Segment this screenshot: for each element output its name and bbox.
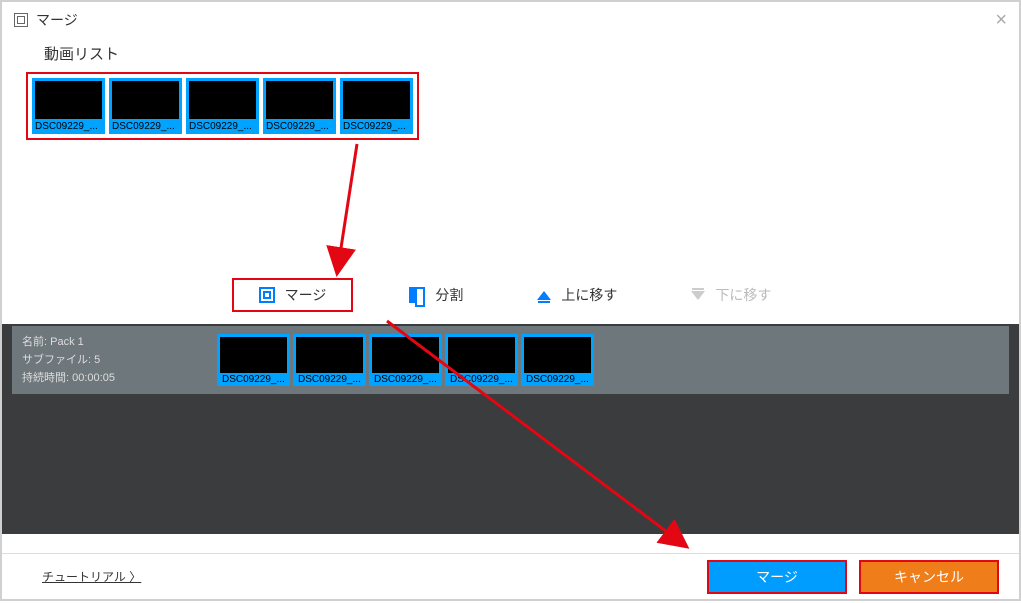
pack-thumb[interactable]: DSC09229_... xyxy=(521,334,594,386)
merge-app-icon xyxy=(14,13,28,27)
video-list-heading: 動画リスト xyxy=(44,43,1019,64)
video-thumb-label: DSC09229_... xyxy=(32,119,105,134)
move-down-button: 下に移す xyxy=(673,278,789,312)
move-down-label: 下に移す xyxy=(715,285,771,305)
video-thumb[interactable]: DSC09229_... xyxy=(32,78,105,134)
video-thumb-label: DSC09229_... xyxy=(340,119,413,134)
video-thumb[interactable]: DSC09229_... xyxy=(186,78,259,134)
merge-button-label: マージ xyxy=(756,567,798,587)
video-thumb-label: DSC09229_... xyxy=(109,119,182,134)
arrow-down-icon xyxy=(691,291,705,300)
video-thumb-label: DSC09229_... xyxy=(263,119,336,134)
pack-thumbs: DSC09229_... DSC09229_... DSC09229_... D… xyxy=(217,334,594,386)
split-tool-button[interactable]: 分割 xyxy=(391,278,481,312)
video-list-row: DSC09229_... DSC09229_... DSC09229_... D… xyxy=(32,78,413,134)
footer: チュートリアル 〉 マージ キャンセル xyxy=(2,553,1019,599)
pack-sub-value: 5 xyxy=(94,354,100,366)
pack-thumb[interactable]: DSC09229_... xyxy=(217,334,290,386)
split-tool-label: 分割 xyxy=(435,285,463,305)
pack-thumb-label: DSC09229_... xyxy=(220,373,287,386)
video-thumb-label: DSC09229_... xyxy=(186,119,259,134)
pack-sub-label: サブファイル: xyxy=(22,354,91,366)
pack-thumb[interactable]: DSC09229_... xyxy=(293,334,366,386)
pack-row[interactable]: 名前: Pack 1 サブファイル: 5 持続時間: 00:00:05 DSC0… xyxy=(12,326,1009,394)
split-icon xyxy=(409,287,425,303)
pack-area: 名前: Pack 1 サブファイル: 5 持続時間: 00:00:05 DSC0… xyxy=(2,324,1019,534)
merge-tool-button[interactable]: マージ xyxy=(232,278,354,312)
titlebar: マージ × xyxy=(2,2,1019,38)
video-list-highlight: DSC09229_... DSC09229_... DSC09229_... D… xyxy=(26,72,419,140)
merge-tool-label: マージ xyxy=(285,285,327,305)
move-up-label: 上に移す xyxy=(561,285,617,305)
tutorial-link[interactable]: チュートリアル 〉 xyxy=(42,568,141,585)
toolbar: マージ 分割 上に移す 下に移す xyxy=(2,278,1019,312)
video-thumb[interactable]: DSC09229_... xyxy=(263,78,336,134)
window-title: マージ xyxy=(36,10,78,30)
pack-info: 名前: Pack 1 サブファイル: 5 持続時間: 00:00:05 xyxy=(12,328,217,392)
cancel-button[interactable]: キャンセル xyxy=(859,560,999,594)
merge-button[interactable]: マージ xyxy=(707,560,847,594)
move-up-button[interactable]: 上に移す xyxy=(519,278,635,312)
arrow-up-icon xyxy=(537,291,551,300)
pack-name-value: Pack 1 xyxy=(50,336,84,348)
pack-dur-label: 持続時間: xyxy=(22,372,69,384)
cancel-button-label: キャンセル xyxy=(894,567,964,587)
pack-thumb-label: DSC09229_... xyxy=(524,373,591,386)
video-thumb[interactable]: DSC09229_... xyxy=(340,78,413,134)
close-icon[interactable]: × xyxy=(995,9,1007,32)
pack-thumb-label: DSC09229_... xyxy=(296,373,363,386)
pack-thumb[interactable]: DSC09229_... xyxy=(445,334,518,386)
merge-icon xyxy=(259,287,275,303)
video-thumb[interactable]: DSC09229_... xyxy=(109,78,182,134)
pack-thumb[interactable]: DSC09229_... xyxy=(369,334,442,386)
pack-name-label: 名前: xyxy=(22,336,47,348)
pack-thumb-label: DSC09229_... xyxy=(448,373,515,386)
pack-dur-value: 00:00:05 xyxy=(72,372,115,384)
pack-thumb-label: DSC09229_... xyxy=(372,373,439,386)
